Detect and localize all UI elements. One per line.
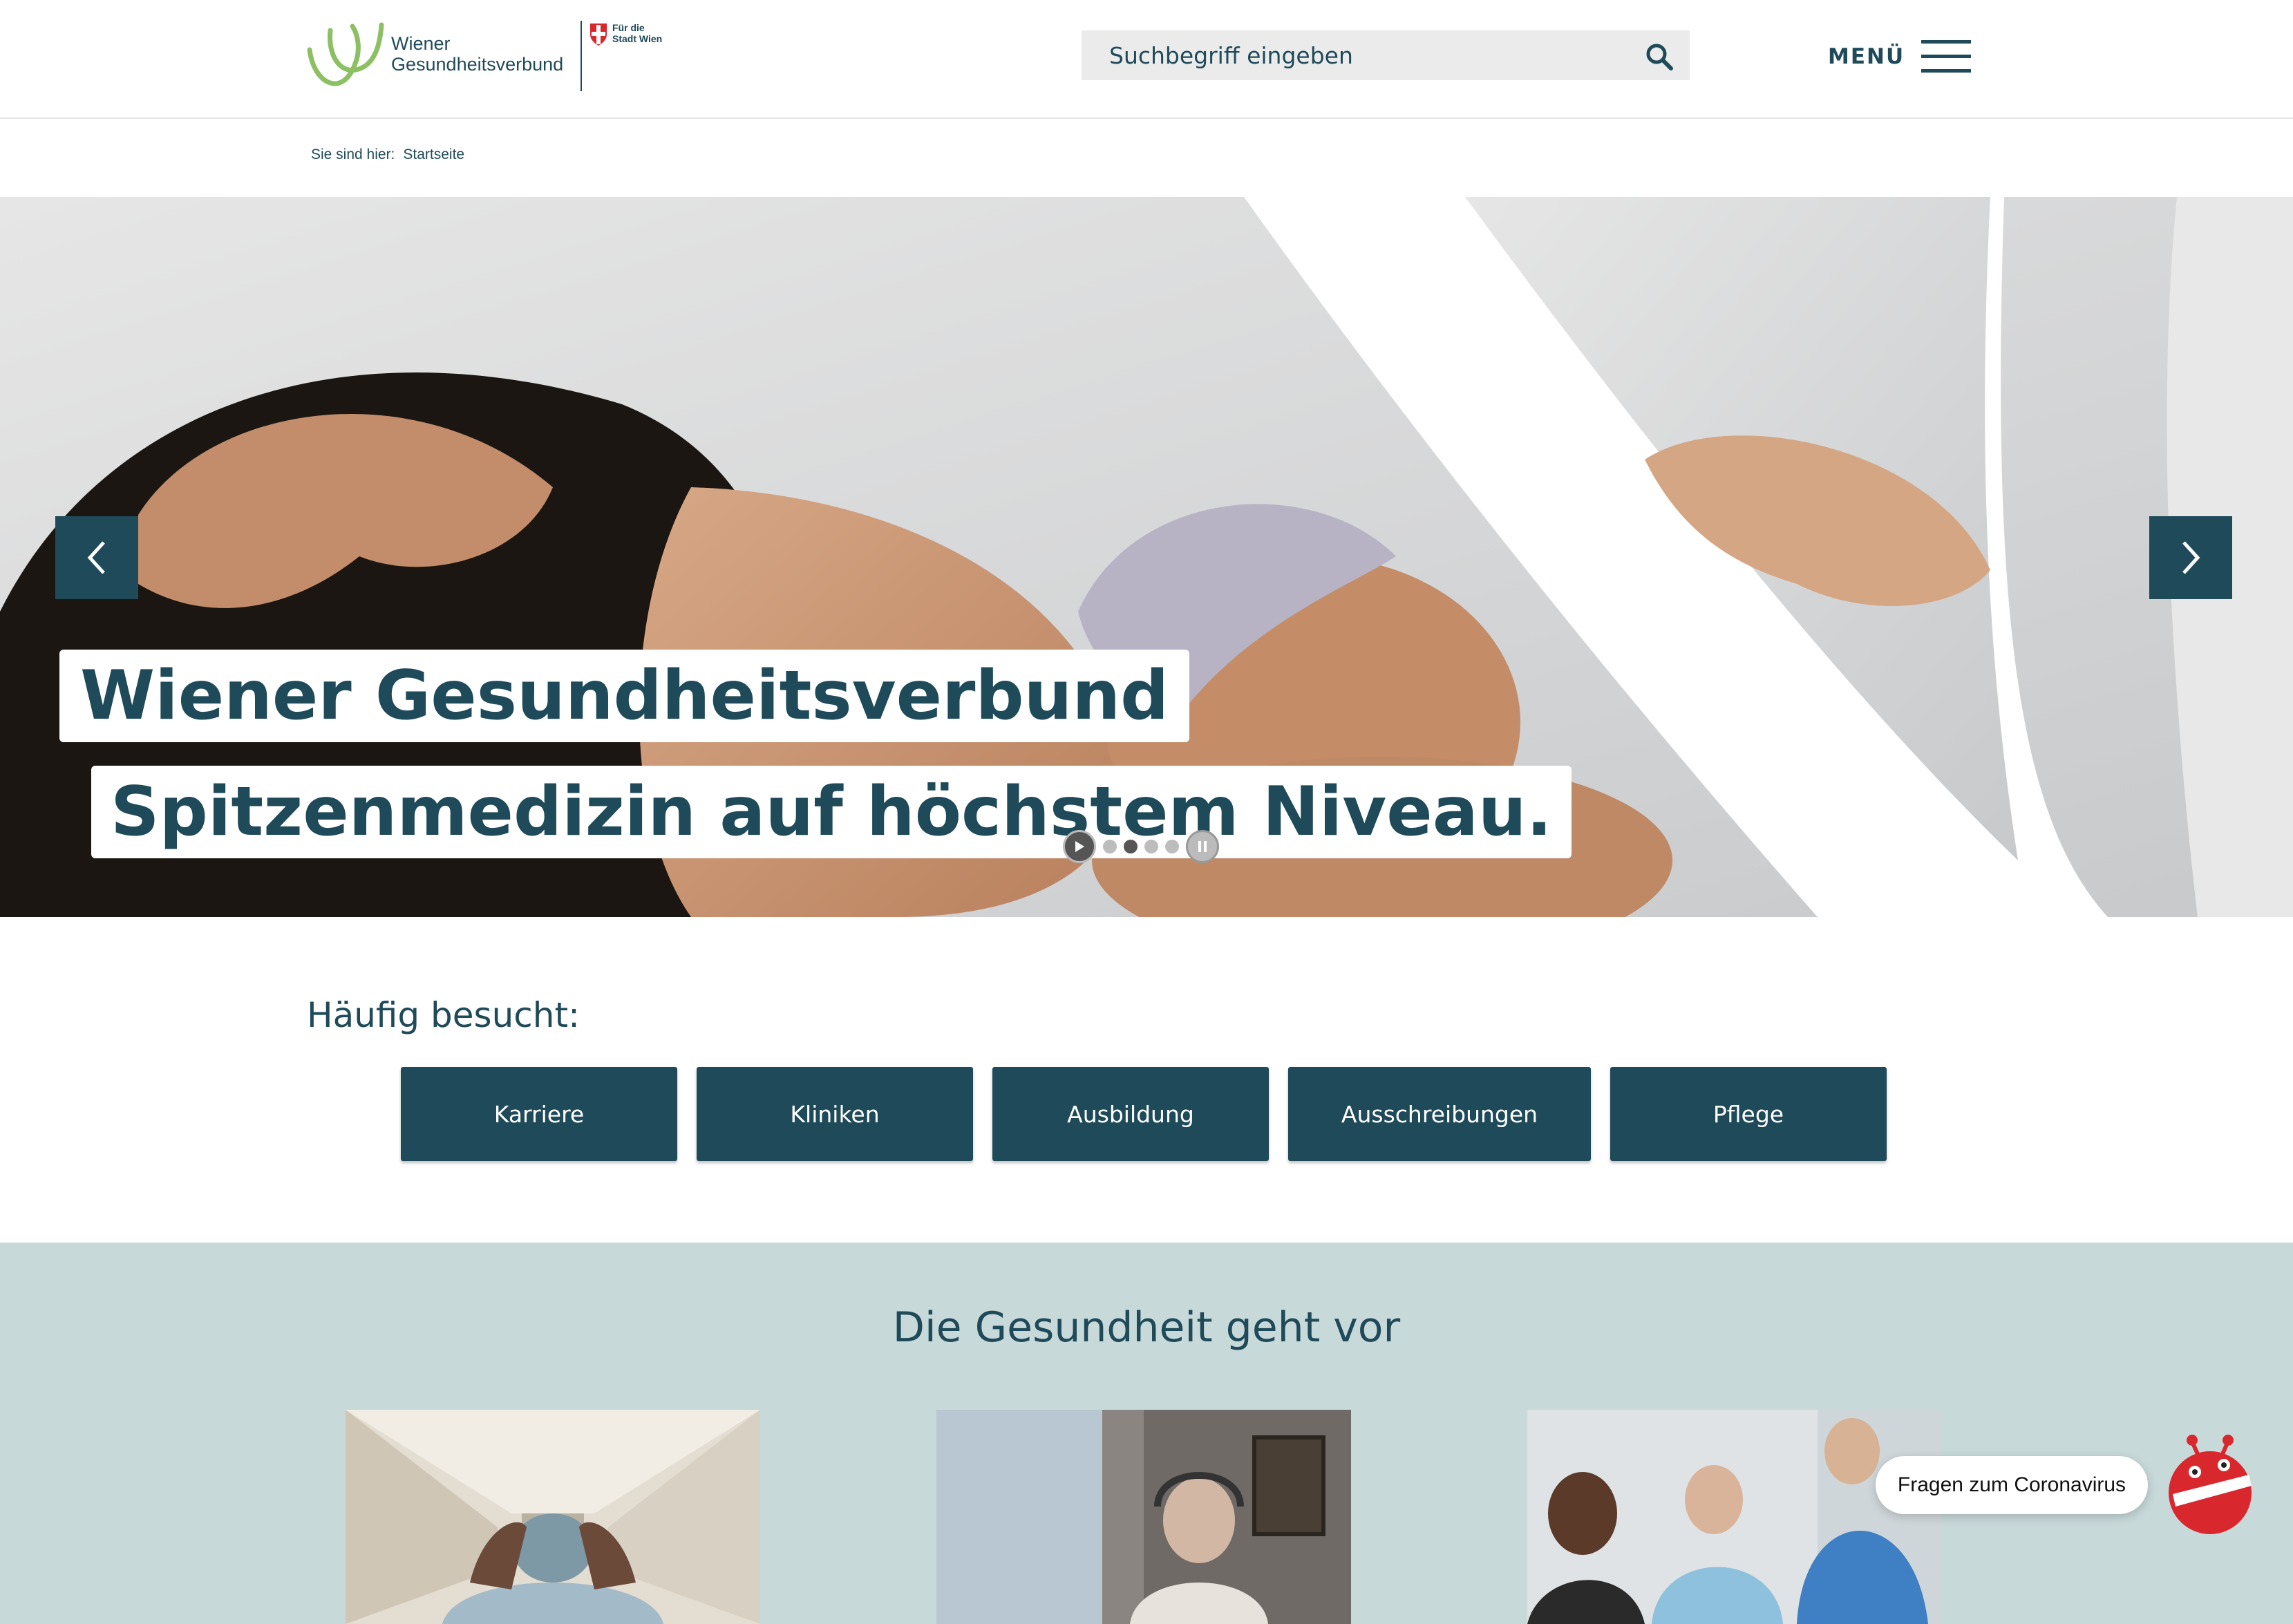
hero-headline-2: Spitzenmedizin auf höchstem Niveau. (91, 766, 1572, 858)
teaser-image-elderly-woman (936, 1410, 1351, 1624)
hero-slider: Wiener Gesundheitsverbund Spitzenmedizin… (0, 197, 2293, 917)
teaser-card-3[interactable] (1527, 1410, 1942, 1624)
wiener-gesundheitsverbund-logo[interactable]: Wiener Gesundheitsverbund Für die Stadt … (307, 21, 680, 97)
stadt-wien-logo: Für die Stadt Wien (589, 21, 672, 62)
wigev-logo-icon (307, 22, 384, 86)
breadcrumb-link-startseite[interactable]: Startseite (403, 147, 464, 163)
hamburger-icon (1921, 40, 1971, 73)
city-line-2: Stadt Wien (612, 33, 663, 44)
breadcrumb: Sie sind hier: Startseite (311, 147, 464, 163)
menu-button[interactable]: MENÜ (1828, 36, 1973, 77)
slider-controls (1063, 829, 1219, 864)
teaser-section: Die Gesundheit geht vor (0, 1243, 2293, 1624)
chevron-right-icon (2182, 541, 2200, 574)
chatbot-icon[interactable] (2162, 1432, 2258, 1536)
frequently-visited-buttons: Karriere Kliniken Ausbildung Ausschreibu… (401, 1067, 1887, 1161)
slider-next-button[interactable] (2149, 516, 2232, 599)
chevron-left-icon (87, 541, 105, 574)
teaser-card-1[interactable] (346, 1410, 760, 1624)
hero-headline-1: Wiener Gesundheitsverbund (59, 650, 1190, 742)
city-line-1: Für die (612, 22, 645, 33)
teaser-title: Die Gesundheit geht vor (892, 1303, 1401, 1352)
slider-dot-4[interactable] (1165, 840, 1179, 853)
play-icon (1075, 841, 1084, 852)
menu-label: MENÜ (1828, 44, 1905, 69)
teaser-image-nurses (1527, 1410, 1942, 1624)
slider-pause-button[interactable] (1186, 830, 1219, 863)
ausschreibungen-button[interactable]: Ausschreibungen (1288, 1067, 1591, 1161)
logo-divider (581, 21, 582, 91)
kliniken-button[interactable]: Kliniken (697, 1067, 973, 1161)
teaser-image-surgeon (346, 1410, 760, 1624)
pflege-button[interactable]: Pflege (1610, 1067, 1887, 1161)
slider-dot-3[interactable] (1144, 840, 1158, 853)
slider-prev-button[interactable] (55, 516, 138, 599)
slider-dot-2[interactable] (1124, 840, 1138, 853)
logo-line-2: Gesundheitsverbund (391, 54, 564, 75)
ausbildung-button[interactable]: Ausbildung (992, 1067, 1269, 1161)
city-text: Für die Stadt Wien (612, 22, 662, 44)
karriere-button[interactable]: Karriere (401, 1067, 677, 1161)
slider-play-button[interactable] (1063, 830, 1096, 863)
vienna-shield-icon (590, 23, 607, 46)
breadcrumb-prefix: Sie sind hier: (311, 147, 395, 162)
logo-text: Wiener Gesundheitsverbund (391, 33, 563, 75)
coronavirus-chat-bubble[interactable]: Fragen zum Coronavirus (1876, 1456, 2148, 1514)
teaser-card-2[interactable] (936, 1410, 1351, 1624)
site-header: Wiener Gesundheitsverbund Für die Stadt … (0, 0, 2293, 119)
search-icon[interactable] (1644, 41, 1674, 72)
pause-icon (1198, 841, 1207, 852)
frequently-visited-title: Häufig besucht: (307, 995, 580, 1035)
search-bar (1082, 30, 1690, 80)
slider-dot-1[interactable] (1103, 840, 1117, 853)
search-input[interactable] (1082, 30, 1621, 80)
logo-line-1: Wiener (391, 33, 451, 54)
